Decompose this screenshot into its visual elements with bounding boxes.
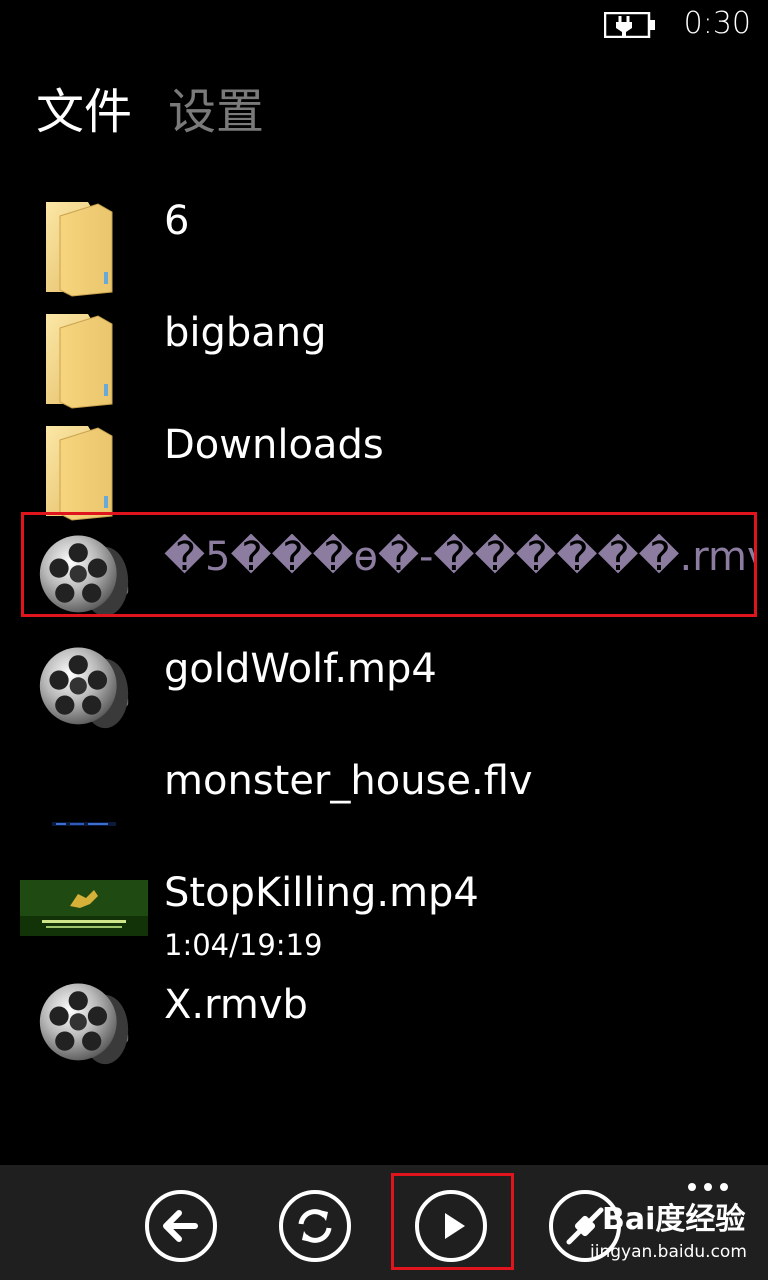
- folder-icon: [36, 194, 132, 298]
- file-name: X.rmvb: [164, 982, 308, 1028]
- file-name: StopKilling.mp4: [164, 870, 479, 916]
- clock: 0:30: [683, 6, 751, 41]
- watermark: Bai度经验 jingyan.baidu.com: [582, 1190, 762, 1270]
- list-item[interactable]: goldWolf.mp4: [0, 624, 768, 736]
- film-reel-icon: [36, 632, 132, 736]
- file-name: goldWolf.mp4: [164, 646, 437, 692]
- tab-files[interactable]: 文件: [36, 84, 132, 140]
- refresh-icon: [298, 1209, 332, 1243]
- folder-icon: [36, 306, 132, 410]
- video-thumbnail: [52, 822, 116, 826]
- list-item[interactable]: X.rmvb: [0, 960, 768, 1072]
- playback-progress: 1:04/19:19: [164, 928, 323, 962]
- selection-highlight-box: [21, 512, 757, 617]
- back-button[interactable]: [145, 1190, 217, 1262]
- folder-icon: [36, 418, 132, 522]
- list-item[interactable]: bigbang: [0, 288, 768, 400]
- play-highlight-box: [391, 1173, 514, 1270]
- arrow-left-icon: [163, 1210, 198, 1242]
- status-bar: 0:30: [0, 0, 768, 50]
- file-name: bigbang: [164, 310, 327, 356]
- pivot-header: 文件 设置: [36, 72, 300, 142]
- list-item[interactable]: Downloads: [0, 400, 768, 512]
- watermark-logo: Bai度经验: [602, 1202, 746, 1237]
- tab-settings[interactable]: 设置: [168, 84, 264, 140]
- file-name: Downloads: [164, 422, 384, 468]
- film-reel-icon: [36, 968, 132, 1072]
- file-name: monster_house.flv: [164, 758, 533, 804]
- watermark-url: jingyan.baidu.com: [590, 1242, 747, 1262]
- refresh-button[interactable]: [279, 1190, 351, 1262]
- ellipsis-icon[interactable]: [688, 1176, 736, 1191]
- video-thumbnail: [20, 880, 148, 936]
- file-name: 6: [164, 198, 190, 244]
- list-item[interactable]: 6: [0, 176, 768, 288]
- battery-charging-icon: [604, 12, 655, 38]
